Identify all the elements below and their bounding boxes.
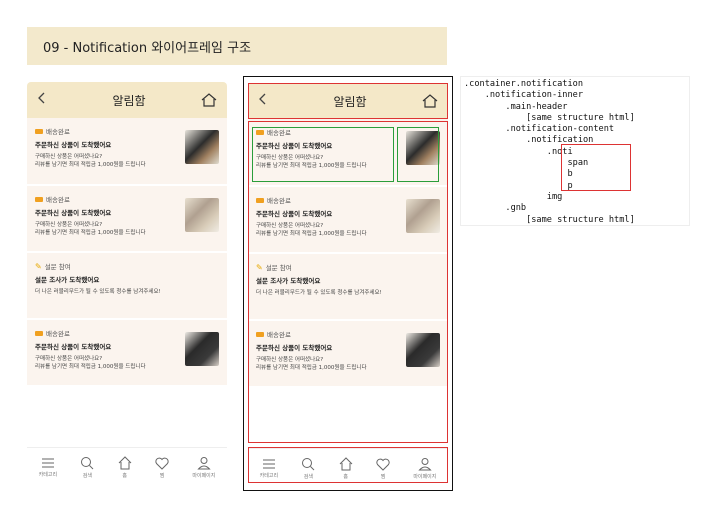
notification-item[interactable]: 배송완료 주문하신 상품이 도착했어요 구매하신 상품은 어떠셨나요? 리뷰를 …	[27, 118, 227, 185]
notification-item[interactable]: 배송완료 주문하신 상품이 도착했어요 구매하신 상품은 어떠셨나요? 리뷰를 …	[27, 185, 227, 252]
noti-tag-label: 설문 참여	[44, 263, 71, 271]
gnb-item-search[interactable]: 검색	[80, 456, 94, 479]
product-thumbnail[interactable]	[185, 198, 219, 232]
page-title-bar: 09 - Notification 와이어프레임 구조	[27, 27, 447, 65]
code-line: .container.notification	[464, 79, 583, 89]
noti-tag-label: 배송완료	[46, 196, 70, 204]
truck-icon	[35, 330, 43, 336]
code-line: .notification-content	[464, 124, 615, 135]
noti-tag-label: 배송완료	[46, 128, 70, 136]
outline-img	[397, 127, 439, 182]
gnb-item-home[interactable]: 홈	[118, 456, 132, 479]
search-icon	[81, 457, 94, 470]
truck-icon	[35, 196, 43, 202]
outline-gnb	[248, 447, 448, 483]
code-line: .gnb	[464, 203, 527, 214]
chevron-left-icon[interactable]	[37, 92, 57, 108]
phone-wireframe: 알림함 배송완료 주문하신 상품이 도착했어요 구매하신 상품은 어떠셨나요? …	[27, 82, 227, 487]
user-icon	[197, 457, 211, 470]
noti-line1: 더 나은 러블리무드가 될 수 있도록 청수를 남겨주세요!	[35, 289, 161, 295]
code-line: .notification-inner	[464, 90, 583, 101]
pencil-icon: ✎	[35, 261, 42, 271]
code-line: [same structure html]	[464, 214, 635, 225]
gnb-item-wish[interactable]: 찜	[155, 457, 169, 479]
page-title: 09 - Notification 와이어프레임 구조	[43, 40, 252, 56]
code-line: .main-header	[464, 101, 568, 112]
header-title: 알림함	[112, 93, 146, 108]
heart-icon	[155, 457, 169, 470]
gnb-label: 마이페이지	[192, 473, 216, 479]
code-line: img	[464, 191, 563, 202]
gnb-label: 검색	[82, 473, 92, 479]
menu-icon	[41, 458, 54, 468]
noti-tag-label: 배송완료	[46, 330, 70, 338]
notification-item[interactable]: ✎ 설문 참여 설문 조사가 도착했어요 더 나은 러블리무드가 될 수 있도록 …	[27, 252, 227, 319]
code-line: [same structure html]	[464, 112, 635, 123]
outline-code-noti	[561, 144, 631, 191]
notification-content: 배송완료 주문하신 상품이 도착했어요 구매하신 상품은 어떠셨나요? 리뷰를 …	[27, 118, 227, 448]
notification-item[interactable]: 배송완료 주문하신 상품이 도착했어요 구매하신 상품은 어떠셨나요? 리뷰를 …	[27, 319, 227, 386]
gnb-label: 카테고리	[38, 472, 58, 478]
noti-tag: ✎ 설문 참여	[35, 261, 219, 272]
truck-icon	[35, 128, 43, 134]
gnb: 카테고리 검색 홈 찜 마이페이지	[27, 447, 227, 487]
gnb-label: 홈	[122, 473, 127, 479]
phone-annotated: 알림함 배송완료 주문하신 상품이 도착했어요 구매하신 상품은 어떠셨나요? …	[243, 76, 453, 491]
main-header: 알림함	[27, 82, 227, 118]
home-icon	[118, 456, 132, 470]
gnb-item-mypage[interactable]: 마이페이지	[192, 456, 215, 479]
gnb-item-category[interactable]: 카테고리	[39, 457, 57, 478]
home-icon[interactable]	[201, 93, 217, 107]
gnb-label: 찜	[159, 472, 165, 479]
product-thumbnail[interactable]	[185, 130, 219, 164]
outline-noti	[252, 127, 394, 182]
outline-main-header	[248, 83, 448, 119]
product-thumbnail[interactable]	[185, 332, 219, 366]
noti-title: 설문 조사가 도착했어요	[35, 276, 100, 284]
